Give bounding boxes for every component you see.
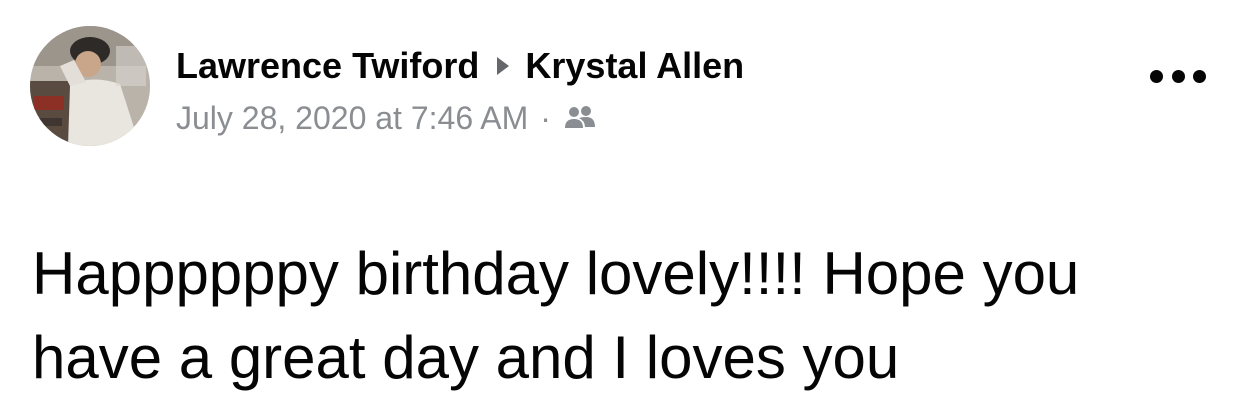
more-dot — [1171, 69, 1185, 83]
meta-separator: · — [540, 100, 551, 136]
more-dot — [1150, 69, 1163, 83]
post-text: Happppppy birthday lovely!!!! Hope you h… — [32, 240, 1080, 391]
more-options-icon[interactable] — [1150, 64, 1206, 88]
post-timestamp[interactable]: July 28, 2020 at 7:46 AM — [176, 98, 528, 138]
author-avatar[interactable] — [30, 26, 150, 146]
post-meta: July 28, 2020 at 7:46 AM · — [176, 98, 744, 138]
arrow-right-icon — [497, 57, 510, 75]
more-dot — [1193, 69, 1206, 83]
post-header: Lawrence Twiford Krystal Allen July 28, … — [176, 44, 744, 138]
avatar-photo — [30, 26, 150, 146]
post-participants: Lawrence Twiford Krystal Allen — [176, 44, 744, 88]
post-card: Lawrence Twiford Krystal Allen July 28, … — [0, 0, 1242, 413]
author-name[interactable]: Lawrence Twiford — [176, 44, 479, 88]
friends-icon[interactable] — [563, 103, 597, 133]
recipient-name[interactable]: Krystal Allen — [525, 44, 744, 88]
